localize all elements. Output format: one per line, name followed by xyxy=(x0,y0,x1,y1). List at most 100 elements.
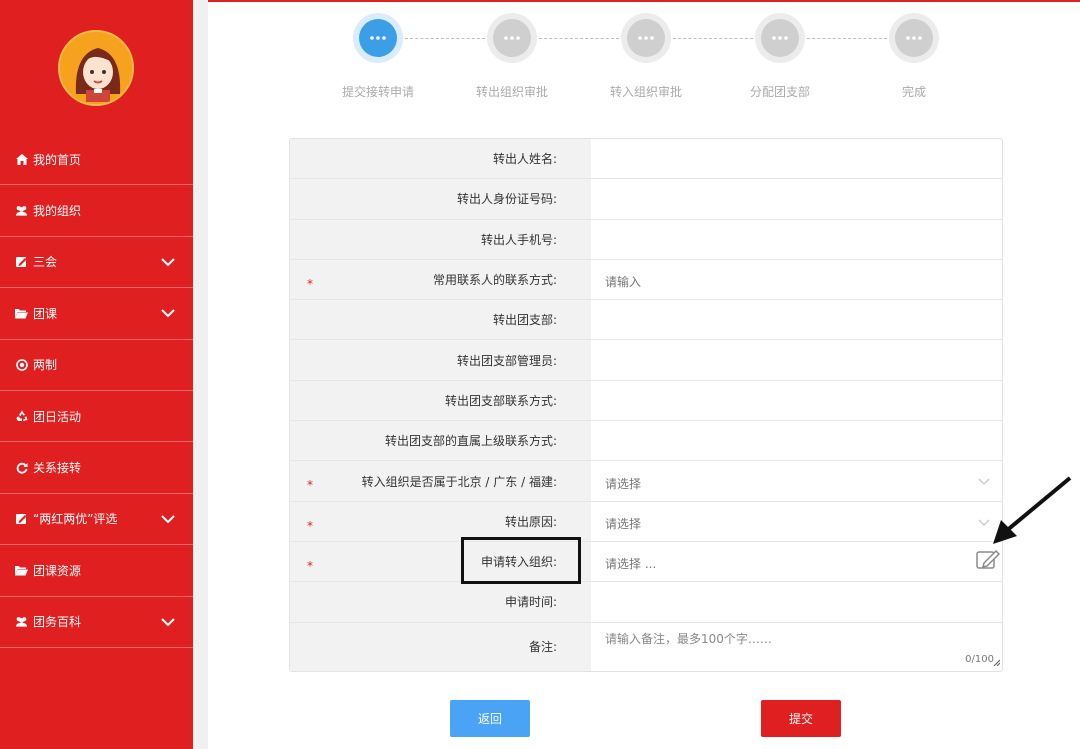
avatar[interactable] xyxy=(58,30,134,106)
form-row: 转出团支部联系方式: xyxy=(290,380,1002,422)
field-label-text: 转出人手机号: xyxy=(480,232,557,247)
step-label: 完成 xyxy=(901,85,926,99)
users-icon xyxy=(15,204,28,217)
field-label-text: 转出原因: xyxy=(504,514,557,529)
field-label: 转出团支部: xyxy=(290,300,591,340)
submit-button[interactable]: 提交 xyxy=(761,700,841,737)
step-1: 转出组织审批 xyxy=(452,10,572,100)
select-field[interactable]: 请选择 xyxy=(591,461,1002,500)
field-label: 申请时间: xyxy=(290,582,591,622)
field-value xyxy=(591,300,1002,339)
edit-icon xyxy=(15,512,28,525)
field-value-text: 请输入 xyxy=(605,275,642,290)
step-circle xyxy=(755,13,805,63)
form-row: 转出人手机号: xyxy=(290,219,1002,260)
field-label-text: 转出人姓名: xyxy=(492,152,557,167)
sidebar-item-label: 我的首页 xyxy=(33,152,82,167)
field-label-text: 转出团支部: xyxy=(492,313,557,328)
ellipsis-icon xyxy=(761,19,799,57)
field-label-text: 申请时间: xyxy=(504,595,557,610)
field-label-text: 转出团支部的直属上级联系方式: xyxy=(384,434,557,449)
field-label: 转出人手机号: xyxy=(290,219,591,259)
step-circle xyxy=(889,13,939,63)
annotation-arrow xyxy=(985,470,1075,554)
form-row: 转出人身份证号码: xyxy=(290,179,1002,220)
field-label: 转出人姓名: xyxy=(290,139,591,179)
step-label: 转出组织审批 xyxy=(475,85,548,99)
chevron-down-icon xyxy=(161,256,175,270)
form-row: 备注: 请输入备注，最多100个字…… 0/100 xyxy=(290,622,1002,671)
step-3: 分配团支部 xyxy=(720,10,840,100)
step-label: 转入组织审批 xyxy=(609,85,682,99)
ellipsis-icon xyxy=(493,19,531,57)
remarks-textarea[interactable]: 请输入备注，最多100个字…… 0/100 xyxy=(591,623,1002,671)
sidebar-item-6[interactable]: 关系接转 xyxy=(0,442,193,494)
sidebar-item-label: 我的组织 xyxy=(33,204,82,219)
org-picker-field[interactable]: 请选择 ... xyxy=(591,542,1002,581)
sidebar-item-7[interactable]: “两红两优”评选 xyxy=(0,494,193,546)
resize-handle-icon[interactable] xyxy=(993,655,1001,669)
chevron-down-icon xyxy=(161,513,175,527)
step-label: 提交接转申请 xyxy=(341,85,414,99)
transfer-form: 转出人姓名: 转出人身份证号码: 转出人手机号: * 常用联系人的联系方式: 请输入转出团… xyxy=(289,138,1003,672)
step-4: 完成 xyxy=(854,10,974,100)
field-label-text: 备注: xyxy=(528,640,557,655)
field-label: 转出团支部联系方式: xyxy=(290,380,591,421)
sidebar-item-label: 团务百科 xyxy=(33,615,82,630)
sidebar-item-label: 团课资源 xyxy=(33,563,82,578)
recycle-icon xyxy=(15,410,28,423)
field-value-text: 请选择 xyxy=(605,476,642,491)
required-mark: * xyxy=(307,276,313,291)
back-button[interactable]: 返回 xyxy=(450,700,530,737)
sidebar-item-9[interactable]: 团务百科 xyxy=(0,597,193,648)
field-value xyxy=(591,582,1002,621)
sidebar-item-label: “两红两优”评选 xyxy=(33,512,118,527)
required-mark: * xyxy=(307,478,313,493)
sidebar-item-5[interactable]: 团日活动 xyxy=(0,391,193,443)
form-row: * 申请转入组织: 请选择 ... xyxy=(290,541,1002,583)
field-label: 备注: xyxy=(290,622,591,671)
refresh-icon xyxy=(15,461,28,474)
field-label: 转出团支部的直属上级联系方式: xyxy=(290,421,591,461)
field-value xyxy=(591,340,1002,379)
select-field[interactable]: 请选择 xyxy=(591,502,1002,541)
field-label: * 转入组织是否属于北京 / 广东 / 福建: xyxy=(290,461,591,501)
folder-open-icon xyxy=(15,564,28,577)
field-value xyxy=(591,139,1002,178)
sidebar-nav: 我的首页我的组织三会团课两制 团日活动关系接转 “两红两优”评选 团课资源团务百科 xyxy=(0,134,193,648)
field-value xyxy=(591,381,1002,420)
sidebar-item-label: 团课 xyxy=(33,306,58,321)
sidebar-item-8[interactable]: 团课资源 xyxy=(0,545,193,597)
progress-steps: 提交接转申请 转出组织审批 转入组织审批 分配团支部 完成 xyxy=(290,10,1010,110)
sidebar-item-2[interactable]: 三会 xyxy=(0,237,193,289)
folder-open-icon xyxy=(15,307,28,320)
char-counter: 0/100 xyxy=(965,653,994,665)
form-row: 转出人姓名: xyxy=(290,139,1002,180)
step-0: 提交接转申请 xyxy=(318,10,438,100)
field-label: * 常用联系人的联系方式: xyxy=(290,259,591,300)
chevron-down-icon xyxy=(161,307,175,321)
sidebar-item-0[interactable]: 我的首页 xyxy=(0,134,193,186)
sidebar-item-1[interactable]: 我的组织 xyxy=(0,185,193,237)
sidebar-item-4[interactable]: 两制 xyxy=(0,340,193,391)
dot-circle-icon xyxy=(15,358,28,371)
edit-icon xyxy=(15,255,28,268)
required-mark: * xyxy=(307,518,313,533)
ellipsis-icon xyxy=(627,19,665,57)
annotation-highlight-box xyxy=(461,537,581,584)
sidebar-item-label: 关系接转 xyxy=(33,461,82,476)
field-label-text: 转入组织是否属于北京 / 广东 / 福建: xyxy=(361,474,557,489)
step-circle xyxy=(621,13,671,63)
form-row: 申请时间: xyxy=(290,582,1002,623)
field-label: 转出人身份证号码: xyxy=(290,179,591,219)
ellipsis-icon xyxy=(359,19,397,57)
field-label-text: 转出人身份证号码: xyxy=(456,192,557,207)
field-value xyxy=(591,421,1002,460)
sidebar-item-3[interactable]: 团课 xyxy=(0,288,193,340)
form-row: * 转入组织是否属于北京 / 广东 / 福建: 请选择 xyxy=(290,461,1002,502)
step-label: 分配团支部 xyxy=(749,85,810,99)
home-icon xyxy=(15,153,28,166)
field-value-text: 请选择 xyxy=(605,516,642,531)
contact-input[interactable]: 请输入 xyxy=(591,260,1002,299)
field-label: * 转出原因: xyxy=(290,501,591,541)
